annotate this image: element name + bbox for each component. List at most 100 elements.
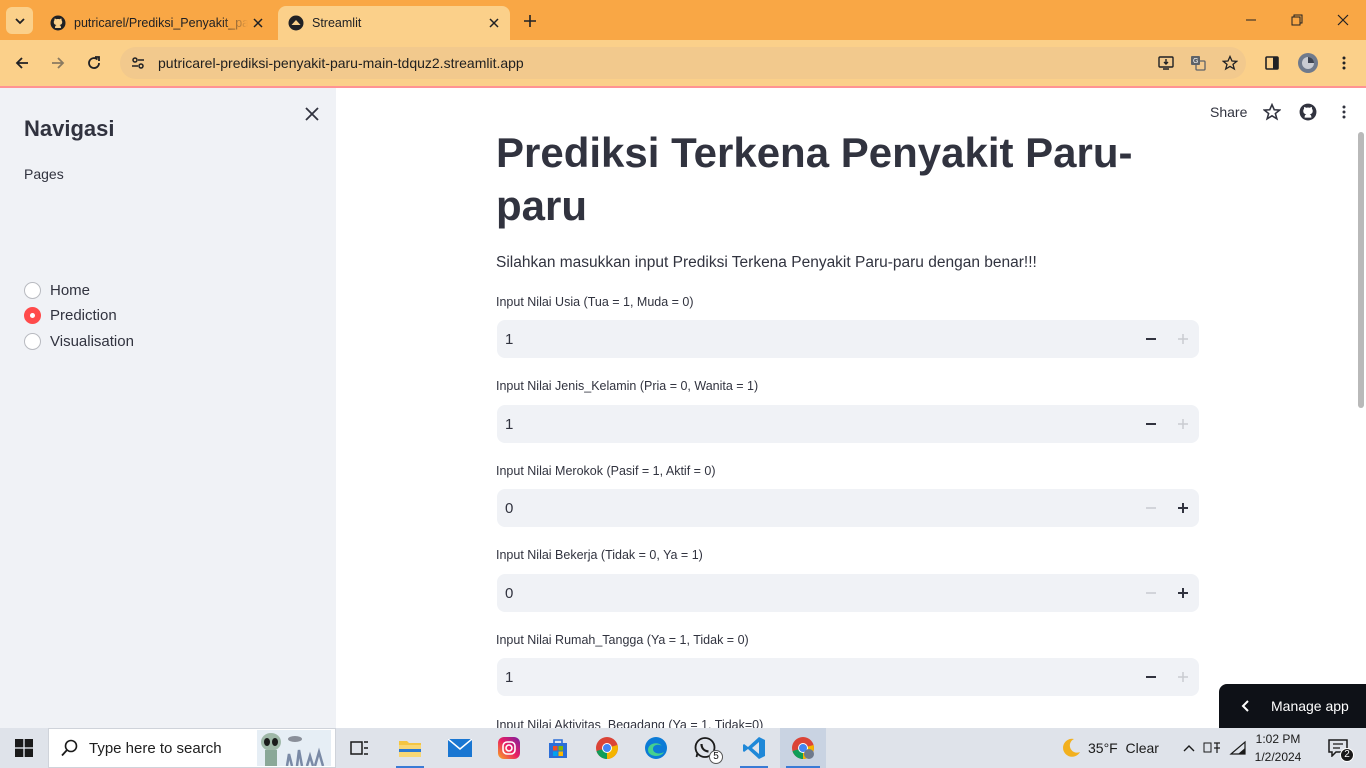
windows-logo-icon <box>15 739 33 757</box>
arrow-left-icon <box>15 57 28 69</box>
vscode-icon <box>743 737 765 759</box>
close-tab-icon[interactable] <box>484 13 504 33</box>
star-icon[interactable] <box>1260 100 1284 124</box>
radio-home[interactable]: Home <box>24 282 90 299</box>
search-icon <box>61 739 78 757</box>
start-button[interactable] <box>0 728 48 768</box>
minus-icon <box>1146 423 1156 425</box>
input-value[interactable]: 0 <box>497 585 1135 602</box>
github-icon <box>50 15 66 31</box>
task-view-button[interactable] <box>340 728 380 768</box>
tab-search-button[interactable] <box>6 7 33 34</box>
github-icon[interactable] <box>1296 100 1320 124</box>
reload-button[interactable] <box>80 49 108 77</box>
plus-icon <box>1178 588 1188 598</box>
vscode-button[interactable] <box>734 728 774 768</box>
page-scrollbar[interactable] <box>1358 132 1364 408</box>
url-text[interactable]: putricarel-prediksi-penyakit-paru-main-t… <box>158 55 1150 71</box>
restore-button[interactable] <box>1274 0 1320 40</box>
increment-button[interactable] <box>1167 658 1199 696</box>
decrement-button[interactable] <box>1135 320 1167 358</box>
notification-center-button[interactable]: 2 <box>1318 728 1358 768</box>
side-panel-button[interactable] <box>1258 49 1286 77</box>
manage-app-button[interactable]: Manage app <box>1219 684 1366 728</box>
page-title: Prediksi Terkena Penyakit Paru-paru <box>496 129 1133 229</box>
chrome-button[interactable] <box>587 728 627 768</box>
wifi-icon[interactable] <box>1226 728 1250 768</box>
number-input-bekerja[interactable]: 0 <box>497 574 1199 612</box>
store-icon <box>549 739 567 758</box>
radio-button-selected[interactable] <box>24 307 41 324</box>
bookmark-star-icon[interactable] <box>1214 47 1246 79</box>
tab-title: putricarel/Prediksi_Penyakit_paru <box>74 16 248 30</box>
mail-button[interactable] <box>440 728 480 768</box>
sidebar-title: Navigasi <box>24 116 115 141</box>
minimize-button[interactable] <box>1228 0 1274 40</box>
close-tab-icon[interactable] <box>248 13 268 33</box>
input-value[interactable]: 1 <box>497 669 1135 686</box>
windows-taskbar: Type here to search 5 35°F Clear 1:02 PM… <box>0 728 1366 768</box>
radio-button[interactable] <box>24 333 41 350</box>
tab-streamlit[interactable]: Streamlit <box>278 6 510 40</box>
number-input-merokok[interactable]: 0 <box>497 489 1199 527</box>
new-tab-button[interactable] <box>518 9 542 33</box>
share-button[interactable]: Share <box>1210 104 1247 120</box>
decrement-button[interactable] <box>1135 405 1167 443</box>
tab-github[interactable]: putricarel/Prediksi_Penyakit_paru <box>40 6 274 40</box>
profile-avatar[interactable] <box>1294 49 1322 77</box>
instagram-icon <box>498 737 520 759</box>
plus-icon <box>1178 672 1188 682</box>
system-clock[interactable]: 1:02 PM 1/2/2024 <box>1250 730 1306 766</box>
forward-button[interactable] <box>44 49 72 77</box>
input-method-icon[interactable] <box>1201 728 1223 768</box>
site-info-icon[interactable] <box>122 47 154 79</box>
radio-button[interactable] <box>24 282 41 299</box>
number-input-jenis-kelamin[interactable]: 1 <box>497 405 1199 443</box>
notification-badge: 5 <box>709 750 723 764</box>
increment-button[interactable] <box>1167 574 1199 612</box>
increment-button[interactable] <box>1167 405 1199 443</box>
increment-button[interactable] <box>1167 489 1199 527</box>
number-input-usia[interactable]: 1 <box>497 320 1199 358</box>
number-input-rumah-tangga[interactable]: 1 <box>497 658 1199 696</box>
browser-menu-button[interactable] <box>1330 49 1358 77</box>
microsoft-store-button[interactable] <box>538 728 578 768</box>
radio-prediction[interactable]: Prediction <box>24 307 117 324</box>
decrement-button[interactable] <box>1135 658 1167 696</box>
weather-text[interactable]: 35°F Clear <box>1088 728 1164 768</box>
edge-icon <box>645 737 667 759</box>
close-window-button[interactable] <box>1320 0 1366 40</box>
notification-count-badge: 2 <box>1340 748 1354 762</box>
decrement-button[interactable] <box>1135 574 1167 612</box>
weather-icon[interactable] <box>1056 728 1086 768</box>
taskbar-search-box[interactable]: Type here to search <box>48 728 336 768</box>
input-value[interactable]: 1 <box>497 331 1135 348</box>
search-placeholder[interactable]: Type here to search <box>89 740 222 757</box>
radio-visualisation[interactable]: Visualisation <box>24 333 134 350</box>
arrow-right-icon <box>52 57 65 69</box>
weather-label: 35°F Clear <box>1088 740 1159 756</box>
input-value[interactable]: 1 <box>497 416 1135 433</box>
plus-icon <box>1178 503 1188 513</box>
back-button[interactable] <box>8 49 36 77</box>
show-hidden-icons-button[interactable] <box>1178 728 1200 768</box>
chevron-up-icon <box>1183 745 1195 752</box>
decrement-button[interactable] <box>1135 489 1167 527</box>
task-view-icon <box>350 741 368 755</box>
instagram-button[interactable] <box>489 728 529 768</box>
address-bar[interactable]: putricarel-prediksi-penyakit-paru-main-t… <box>120 47 1246 79</box>
manage-app-label: Manage app <box>1271 698 1349 714</box>
install-app-icon[interactable] <box>1150 47 1182 79</box>
sidebar-close-button[interactable] <box>300 102 324 126</box>
more-vert-icon[interactable] <box>1332 100 1356 124</box>
whatsapp-button[interactable]: 5 <box>685 728 725 768</box>
translate-icon[interactable]: G <box>1182 47 1214 79</box>
edge-button[interactable] <box>636 728 676 768</box>
chrome-profile-icon <box>792 737 814 759</box>
chrome-active-button[interactable] <box>780 728 826 768</box>
folder-icon <box>399 741 421 757</box>
more-vert-icon <box>1342 56 1346 70</box>
input-value[interactable]: 0 <box>497 500 1135 517</box>
increment-button[interactable] <box>1167 320 1199 358</box>
file-explorer-button[interactable] <box>390 728 430 768</box>
